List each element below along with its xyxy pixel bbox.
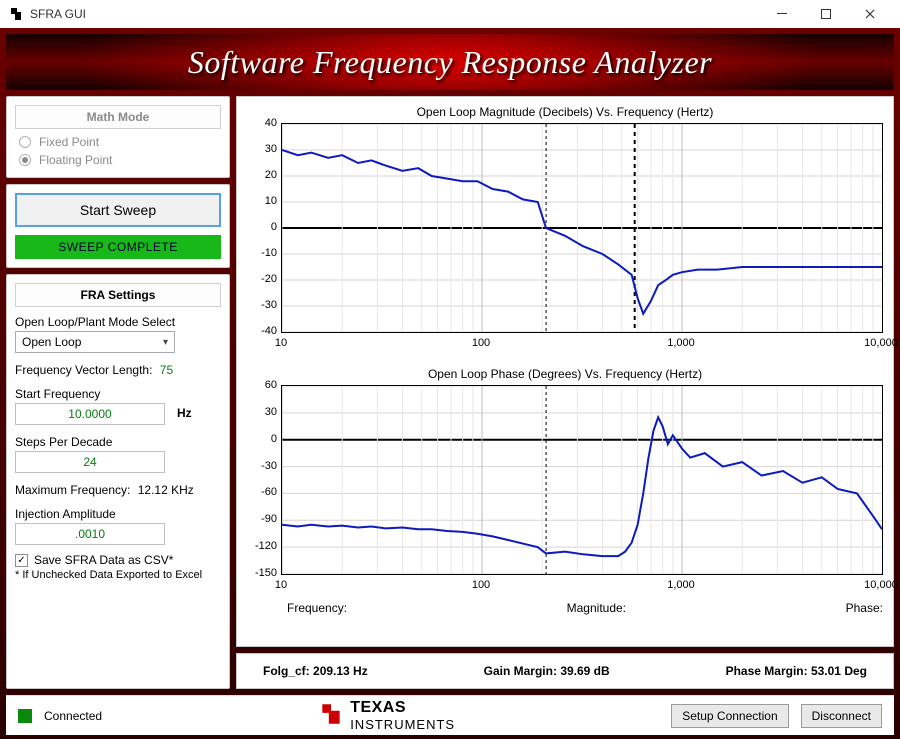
y-axis: -40-30-20-10010203040 — [247, 123, 281, 333]
radio-fixed-label: Fixed Point — [39, 135, 99, 149]
x-axis: 101001,00010,000 — [281, 579, 883, 595]
app-banner: Software Frequency Response Analyzer — [6, 34, 894, 90]
save-csv-note: * If Unchecked Data Exported to Excel — [15, 569, 221, 581]
sidebar: Math Mode Fixed Point Floating Point Sta… — [6, 96, 230, 689]
max-freq-value: 12.12 KHz — [138, 483, 194, 497]
phase-chart: -150-120-90-60-3003060 — [247, 385, 883, 575]
plot-area[interactable] — [281, 123, 883, 333]
footer: Connected TEXAS INSTRUMENTS Setup Connec… — [6, 695, 894, 735]
ti-logo-icon — [8, 6, 24, 22]
readout-frequency: Frequency: — [287, 601, 347, 615]
magnitude-chart: -40-30-20-10010203040 — [247, 123, 883, 333]
radio-icon — [19, 136, 31, 148]
math-mode-title: Math Mode — [15, 105, 221, 129]
freq-vector-value: 75 — [160, 363, 173, 377]
app-body: Math Mode Fixed Point Floating Point Sta… — [6, 96, 894, 689]
start-sweep-button[interactable]: Start Sweep — [15, 193, 221, 227]
checkbox-icon: ✓ — [15, 554, 28, 567]
math-mode-panel: Math Mode Fixed Point Floating Point — [6, 96, 230, 178]
connection-status-label: Connected — [44, 709, 102, 723]
magnitude-chart-title: Open Loop Magnitude (Decibels) Vs. Frequ… — [247, 105, 883, 119]
app-frame: Software Frequency Response Analyzer Mat… — [0, 28, 900, 739]
phase-margin: Phase Margin: 53.01 Deg — [726, 664, 867, 678]
plot-area[interactable] — [281, 385, 883, 575]
y-axis: -150-120-90-60-3003060 — [247, 385, 281, 575]
window-title: SFRA GUI — [30, 7, 760, 21]
phase-chart-title: Open Loop Phase (Degrees) Vs. Frequency … — [247, 367, 883, 381]
start-frequency-unit: Hz — [177, 406, 192, 420]
axis-readout: Frequency: Magnitude: Phase: — [287, 601, 883, 615]
freq-vector-length: Frequency Vector Length: 75 — [15, 363, 221, 377]
setup-connection-button[interactable]: Setup Connection — [671, 704, 788, 728]
injection-amplitude-input[interactable]: .0010 — [15, 523, 165, 545]
radio-fixed-point[interactable]: Fixed Point — [19, 135, 221, 149]
start-frequency-input[interactable]: 10.0000 — [15, 403, 165, 425]
radio-icon — [19, 154, 31, 166]
charts-panel: Open Loop Magnitude (Decibels) Vs. Frequ… — [236, 96, 894, 647]
steps-per-decade-input[interactable]: 24 — [15, 451, 165, 473]
banner-title: Software Frequency Response Analyzer — [188, 44, 712, 81]
save-csv-checkbox[interactable]: ✓ Save SFRA Data as CSV* — [15, 553, 221, 567]
sweep-status-badge: SWEEP COMPLETE — [15, 235, 221, 259]
save-csv-label: Save SFRA Data as CSV* — [34, 553, 173, 567]
maximize-button[interactable] — [804, 0, 848, 28]
radio-floating-label: Floating Point — [39, 153, 112, 167]
close-button[interactable] — [848, 0, 892, 28]
main-area: Open Loop Magnitude (Decibels) Vs. Frequ… — [236, 96, 894, 689]
radio-floating-point[interactable]: Floating Point — [19, 153, 221, 167]
folg-cf: Folg_cf: 209.13 Hz — [263, 664, 368, 678]
disconnect-button[interactable]: Disconnect — [801, 704, 882, 728]
connection-status-icon — [18, 709, 32, 723]
max-freq: Maximum Frequency: 12.12 KHz — [15, 483, 221, 497]
ti-logo-icon — [318, 701, 344, 731]
chevron-down-icon: ▾ — [163, 337, 168, 348]
readout-phase: Phase: — [846, 601, 883, 615]
sweep-panel: Start Sweep SWEEP COMPLETE — [6, 184, 230, 268]
inj-amp-label: Injection Amplitude — [15, 507, 221, 521]
mode-select-label: Open Loop/Plant Mode Select — [15, 315, 221, 329]
results-bar: Folg_cf: 209.13 Hz Gain Margin: 39.69 dB… — [236, 653, 894, 689]
fra-settings-title: FRA Settings — [15, 283, 221, 307]
start-freq-label: Start Frequency — [15, 387, 221, 401]
readout-magnitude: Magnitude: — [567, 601, 626, 615]
mode-select-value: Open Loop — [22, 335, 81, 349]
window-titlebar: SFRA GUI — [0, 0, 900, 28]
x-axis: 101001,00010,000 — [281, 337, 883, 353]
gain-margin: Gain Margin: 39.69 dB — [484, 664, 610, 678]
minimize-button[interactable] — [760, 0, 804, 28]
mode-select[interactable]: Open Loop ▾ — [15, 331, 175, 353]
fra-settings-panel: FRA Settings Open Loop/Plant Mode Select… — [6, 274, 230, 689]
steps-label: Steps Per Decade — [15, 435, 221, 449]
ti-brand-logo: TEXAS INSTRUMENTS — [318, 699, 455, 732]
